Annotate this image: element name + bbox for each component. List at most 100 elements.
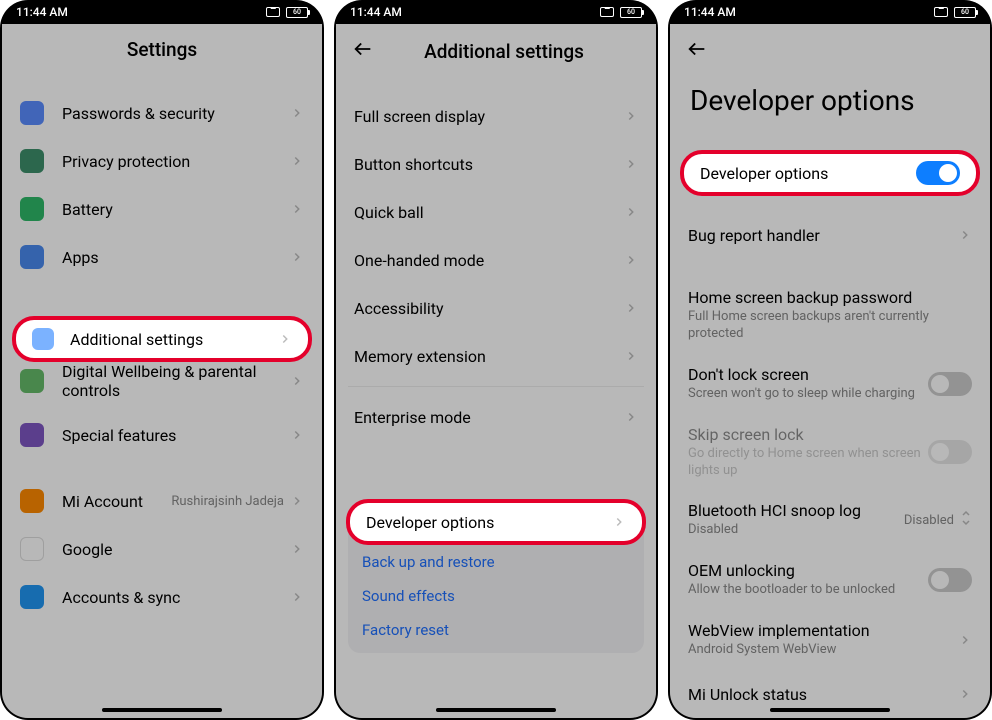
row-label: Memory extension [354, 347, 624, 366]
screen-developer: Developer options Developer options Bug … [670, 24, 990, 718]
statusbar: 11:44 AM 60 [668, 0, 992, 24]
developer-list: Bug report handler Home screen backup pas… [670, 211, 990, 718]
chevron-right-icon [624, 253, 638, 267]
row-label: Passwords & security [62, 104, 290, 123]
oem-unlocking-toggle[interactable] [928, 568, 972, 592]
row-bt-hci-snoop[interactable]: Bluetooth HCI snoop logDisabledDisabled [678, 490, 982, 550]
row-privacy-protection[interactable]: Privacy protection [10, 137, 314, 185]
phone-additional-settings: 11:44 AM 60 Additional settings Full scr… [334, 0, 658, 720]
chevron-right-icon [290, 250, 304, 264]
google-icon [20, 537, 44, 561]
chevron-right-icon [290, 154, 304, 168]
chevron-right-icon [624, 301, 638, 315]
additional-list-2: Enterprise mode [336, 393, 656, 441]
row-label: Battery [62, 200, 290, 219]
row-subtitle: Allow the bootloader to be unlocked [688, 582, 928, 599]
row-skip-screen-lock: Skip screen lockGo directly to Home scre… [678, 414, 982, 491]
row-subtitle: Go directly to Home screen when screen l… [688, 446, 928, 480]
row-digital-wellbeing[interactable]: Digital Wellbeing & parental controls [10, 351, 314, 411]
row-label: Accessibility [354, 299, 624, 318]
row-label: Google [62, 540, 290, 559]
digital-wellbeing-icon [20, 369, 44, 393]
status-time: 11:44 AM [684, 5, 736, 19]
row-label: Enterprise mode [354, 408, 624, 427]
row-google[interactable]: Google [10, 525, 314, 573]
link-factory-reset[interactable]: Factory reset [362, 613, 630, 647]
chevron-right-icon [290, 590, 304, 604]
row-bug-report-handler[interactable]: Bug report handler [678, 211, 982, 259]
row-label: Quick ball [354, 203, 624, 222]
row-webview-impl[interactable]: WebView implementation Android System Web… [678, 610, 982, 670]
dnd-icon [934, 7, 948, 17]
row-label: Mi Account [62, 492, 171, 511]
chevron-right-icon [624, 349, 638, 363]
settings-list-3: Mi AccountRushirajsinh Jadeja Google Accou… [2, 477, 322, 621]
row-memory-extension[interactable]: Memory extension [344, 332, 648, 380]
skip-screen-lock-toggle [928, 440, 972, 464]
row-mi-account[interactable]: Mi AccountRushirajsinh Jadeja [10, 477, 314, 525]
up-down-icon [960, 510, 972, 530]
row-quick-ball[interactable]: Quick ball [344, 188, 648, 236]
home-indicator[interactable] [770, 708, 890, 712]
row-label: Don't lock screen [688, 365, 928, 384]
status-time: 11:44 AM [350, 5, 402, 19]
statusbar: 11:44 AM 60 [334, 0, 658, 24]
home-indicator[interactable] [436, 708, 556, 712]
battery-icon: 60 [286, 7, 308, 18]
row-accessibility[interactable]: Accessibility [344, 284, 648, 332]
chevron-right-icon [624, 157, 638, 171]
row-subtitle: Android System WebView [688, 642, 958, 659]
chevron-right-icon [624, 205, 638, 219]
row-label: Bluetooth HCI snoop log [688, 501, 904, 520]
page-title: Additional settings [368, 40, 640, 63]
titlebar: Settings [2, 24, 322, 71]
screen-additional: Additional settings Full screen displayB… [336, 24, 656, 718]
row-label: Home screen backup password [688, 288, 972, 307]
row-enterprise-mode[interactable]: Enterprise mode [344, 393, 648, 441]
row-one-handed-mode[interactable]: One-handed mode [344, 236, 648, 284]
row-oem-unlocking[interactable]: OEM unlockingAllow the bootloader to be … [678, 550, 982, 610]
row-special-features[interactable]: Special features [10, 411, 314, 459]
chevron-right-icon [290, 202, 304, 216]
dont-lock-screen-toggle[interactable] [928, 372, 972, 396]
status-time: 11:44 AM [16, 5, 68, 19]
screen-settings: Settings Passwords & security Privacy pro… [2, 24, 322, 718]
row-label: Bug report handler [688, 226, 958, 245]
row-value: Disabled [904, 513, 954, 528]
passwords-security-icon [20, 101, 44, 125]
chevron-right-icon [624, 109, 638, 123]
row-subtitle: Screen won't go to sleep while charging [688, 386, 928, 403]
row-accounts-sync[interactable]: Accounts & sync [10, 573, 314, 621]
link-backup-restore[interactable]: Back up and restore [362, 545, 630, 579]
phone-settings: 11:44 AM 60 Settings Passwords & securit… [0, 0, 324, 720]
row-passwords-security[interactable]: Passwords & security [10, 89, 314, 137]
titlebar [670, 24, 990, 74]
special-features-icon [20, 423, 44, 447]
back-button[interactable] [686, 38, 708, 64]
row-button-shortcuts[interactable]: Button shortcuts [344, 140, 648, 188]
chevron-right-icon [958, 228, 972, 242]
row-value: Rushirajsinh Jadeja [171, 494, 284, 509]
row-subtitle: Disabled [688, 522, 904, 539]
row-label: One-handed mode [354, 251, 624, 270]
mi-account-icon [20, 489, 44, 513]
settings-list-2: Digital Wellbeing & parental controlsSpe… [2, 351, 322, 459]
row-label: WebView implementation [688, 621, 958, 640]
row-apps[interactable]: Apps [10, 233, 314, 281]
row-home-screen-backup-pw[interactable]: Home screen backup passwordFull Home scr… [678, 277, 982, 354]
link-sound-effects[interactable]: Sound effects [362, 579, 630, 613]
card-title: Need other settings? [362, 517, 630, 535]
row-label: Mi Unlock status [688, 685, 958, 704]
home-indicator[interactable] [102, 708, 222, 712]
row-battery[interactable]: Battery [10, 185, 314, 233]
page-title: Settings [127, 38, 197, 61]
additional-list-1: Full screen displayButton shortcuts Quick… [336, 92, 656, 380]
battery-icon: 60 [620, 7, 642, 18]
row-dont-lock-screen[interactable]: Don't lock screen Screen won't go to slee… [678, 354, 982, 414]
need-other-settings-card: Need other settings? Back up and restore… [348, 503, 644, 653]
chevron-right-icon [290, 106, 304, 120]
dnd-icon [266, 7, 280, 17]
chevron-right-icon [290, 494, 304, 508]
chevron-right-icon [958, 633, 972, 647]
row-full-screen-display[interactable]: Full screen display [344, 92, 648, 140]
